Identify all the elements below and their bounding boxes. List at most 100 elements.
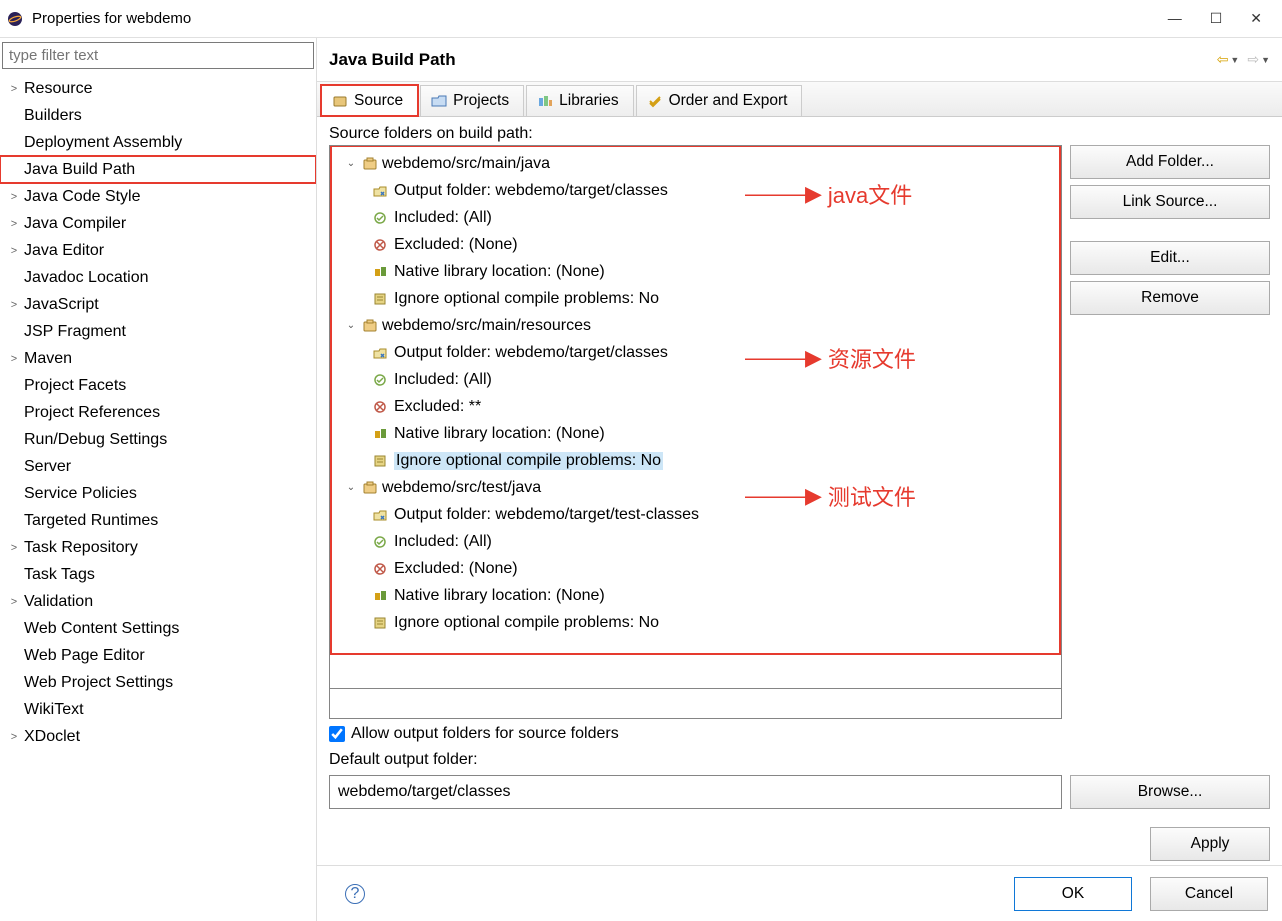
folder-property-row[interactable]: Excluded: (None) bbox=[372, 555, 1059, 582]
sidebar-item-java-code-style[interactable]: >Java Code Style bbox=[0, 183, 316, 210]
sidebar-item-service-policies[interactable]: Service Policies bbox=[0, 480, 316, 507]
property-label: Ignore optional compile problems: No bbox=[394, 614, 659, 632]
back-arrow-icon[interactable]: ⇦ bbox=[1217, 51, 1229, 68]
sidebar-item-builders[interactable]: Builders bbox=[0, 102, 316, 129]
sidebar-item-java-editor[interactable]: >Java Editor bbox=[0, 237, 316, 264]
source-folder-title[interactable]: ⌄webdemo/src/main/resources bbox=[344, 312, 1059, 339]
cancel-button[interactable]: Cancel bbox=[1150, 877, 1268, 911]
tab-source[interactable]: Source bbox=[321, 85, 418, 116]
sidebar-item-targeted-runtimes[interactable]: Targeted Runtimes bbox=[0, 507, 316, 534]
sidebar-item-xdoclet[interactable]: >XDoclet bbox=[0, 723, 316, 750]
property-label: Included: (All) bbox=[394, 209, 492, 227]
property-icon bbox=[372, 588, 388, 604]
property-icon bbox=[372, 183, 388, 199]
folder-property-row[interactable]: Ignore optional compile problems: No bbox=[372, 609, 1059, 636]
folder-property-row[interactable]: Native library location: (None) bbox=[372, 258, 1059, 285]
chevron-down-icon: ⌄ bbox=[344, 158, 358, 169]
folder-property-row[interactable]: Ignore optional compile problems: No bbox=[372, 447, 1059, 474]
source-folder-name: webdemo/src/test/java bbox=[382, 479, 541, 497]
sidebar-item-jsp-fragment[interactable]: JSP Fragment bbox=[0, 318, 316, 345]
folder-property-row[interactable]: Included: (All) bbox=[372, 528, 1059, 555]
source-folder: ⌄webdemo/src/main/resourcesOutput folder… bbox=[332, 312, 1059, 474]
folder-property-row[interactable]: Output folder: webdemo/target/classes bbox=[372, 339, 1059, 366]
sidebar-item-java-build-path[interactable]: Java Build Path bbox=[0, 156, 316, 183]
property-icon bbox=[372, 291, 388, 307]
sidebar-item-web-project-settings[interactable]: Web Project Settings bbox=[0, 669, 316, 696]
filter-input[interactable] bbox=[2, 42, 314, 69]
sidebar-item-label: Validation bbox=[22, 593, 93, 611]
folder-property-row[interactable]: Output folder: webdemo/target/classes bbox=[372, 177, 1059, 204]
property-icon bbox=[372, 399, 388, 415]
apply-button[interactable]: Apply bbox=[1150, 827, 1270, 861]
sidebar-item-label: Resource bbox=[22, 80, 92, 98]
category-tree[interactable]: >ResourceBuildersDeployment AssemblyJava… bbox=[0, 71, 316, 917]
order and export-tab-icon bbox=[647, 93, 663, 109]
remove-button[interactable]: Remove bbox=[1070, 281, 1270, 315]
tab-order-and-export[interactable]: Order and Export bbox=[636, 85, 803, 116]
tab-libraries[interactable]: Libraries bbox=[526, 85, 633, 116]
help-icon[interactable]: ? bbox=[345, 884, 365, 904]
content-header: Java Build Path ⇦ ▼ ⇨ ▼ bbox=[317, 38, 1282, 82]
property-icon bbox=[372, 345, 388, 361]
sidebar-item-javadoc-location[interactable]: Javadoc Location bbox=[0, 264, 316, 291]
folder-property-row[interactable]: Included: (All) bbox=[372, 204, 1059, 231]
browse-button[interactable]: Browse... bbox=[1070, 775, 1270, 809]
sidebar-item-maven[interactable]: >Maven bbox=[0, 345, 316, 372]
default-output-input[interactable] bbox=[329, 775, 1062, 809]
close-button[interactable]: ✕ bbox=[1250, 10, 1262, 27]
property-icon bbox=[372, 264, 388, 280]
sidebar-item-resource[interactable]: >Resource bbox=[0, 75, 316, 102]
sidebar-item-javascript[interactable]: >JavaScript bbox=[0, 291, 316, 318]
package-icon bbox=[362, 318, 378, 334]
allow-output-checkbox[interactable] bbox=[329, 726, 345, 742]
chevron-right-icon: > bbox=[6, 218, 22, 230]
link-source-button[interactable]: Link Source... bbox=[1070, 185, 1270, 219]
source-folder: ⌄webdemo/src/test/javaOutput folder: web… bbox=[332, 474, 1059, 636]
sidebar-item-label: Service Policies bbox=[22, 485, 137, 503]
sidebar-item-task-tags[interactable]: Task Tags bbox=[0, 561, 316, 588]
sidebar-item-project-facets[interactable]: Project Facets bbox=[0, 372, 316, 399]
sidebar-item-label: Task Repository bbox=[22, 539, 138, 557]
sidebar-item-java-compiler[interactable]: >Java Compiler bbox=[0, 210, 316, 237]
sidebar-item-project-references[interactable]: Project References bbox=[0, 399, 316, 426]
titlebar: Properties for webdemo — ☐ ✕ bbox=[0, 0, 1282, 38]
sidebar-item-label: JavaScript bbox=[22, 296, 99, 314]
sidebar-item-web-page-editor[interactable]: Web Page Editor bbox=[0, 642, 316, 669]
folder-property-row[interactable]: Included: (All) bbox=[372, 366, 1059, 393]
source-folder-title[interactable]: ⌄webdemo/src/main/java bbox=[344, 150, 1059, 177]
source-tab-icon bbox=[332, 93, 348, 109]
page-title: Java Build Path bbox=[329, 50, 1217, 70]
sidebar-item-deployment-assembly[interactable]: Deployment Assembly bbox=[0, 129, 316, 156]
maximize-button[interactable]: ☐ bbox=[1210, 10, 1223, 27]
property-icon bbox=[372, 534, 388, 550]
folder-property-row[interactable]: Native library location: (None) bbox=[372, 420, 1059, 447]
folder-property-row[interactable]: Excluded: ** bbox=[372, 393, 1059, 420]
window-title: Properties for webdemo bbox=[32, 10, 1168, 27]
sidebar-item-wikitext[interactable]: WikiText bbox=[0, 696, 316, 723]
add-folder-button[interactable]: Add Folder... bbox=[1070, 145, 1270, 179]
sidebar-item-web-content-settings[interactable]: Web Content Settings bbox=[0, 615, 316, 642]
back-dropdown-icon[interactable]: ▼ bbox=[1230, 55, 1239, 65]
sidebar-item-label: Deployment Assembly bbox=[22, 134, 182, 152]
source-folder-title[interactable]: ⌄webdemo/src/test/java bbox=[344, 474, 1059, 501]
sidebar-item-label: Javadoc Location bbox=[22, 269, 149, 287]
ok-button[interactable]: OK bbox=[1014, 877, 1132, 911]
tab-projects[interactable]: Projects bbox=[420, 85, 524, 116]
sidebar-item-label: XDoclet bbox=[22, 728, 80, 746]
source-folders-tree[interactable]: ⌄webdemo/src/main/javaOutput folder: web… bbox=[329, 145, 1062, 689]
folder-property-row[interactable]: Excluded: (None) bbox=[372, 231, 1059, 258]
forward-dropdown-icon[interactable]: ▼ bbox=[1261, 55, 1270, 65]
sidebar-item-validation[interactable]: >Validation bbox=[0, 588, 316, 615]
folder-property-row[interactable]: Ignore optional compile problems: No bbox=[372, 285, 1059, 312]
folder-property-row[interactable]: Output folder: webdemo/target/test-class… bbox=[372, 501, 1059, 528]
folder-property-row[interactable]: Native library location: (None) bbox=[372, 582, 1059, 609]
sidebar-item-label: Java Build Path bbox=[22, 161, 135, 179]
allow-output-checkbox-row[interactable]: Allow output folders for source folders bbox=[329, 725, 1062, 743]
edit-button[interactable]: Edit... bbox=[1070, 241, 1270, 275]
forward-arrow-icon[interactable]: ⇨ bbox=[1247, 51, 1259, 68]
sidebar-item-label: Maven bbox=[22, 350, 72, 368]
sidebar-item-server[interactable]: Server bbox=[0, 453, 316, 480]
sidebar-item-run-debug-settings[interactable]: Run/Debug Settings bbox=[0, 426, 316, 453]
minimize-button[interactable]: — bbox=[1168, 10, 1182, 27]
sidebar-item-task-repository[interactable]: >Task Repository bbox=[0, 534, 316, 561]
